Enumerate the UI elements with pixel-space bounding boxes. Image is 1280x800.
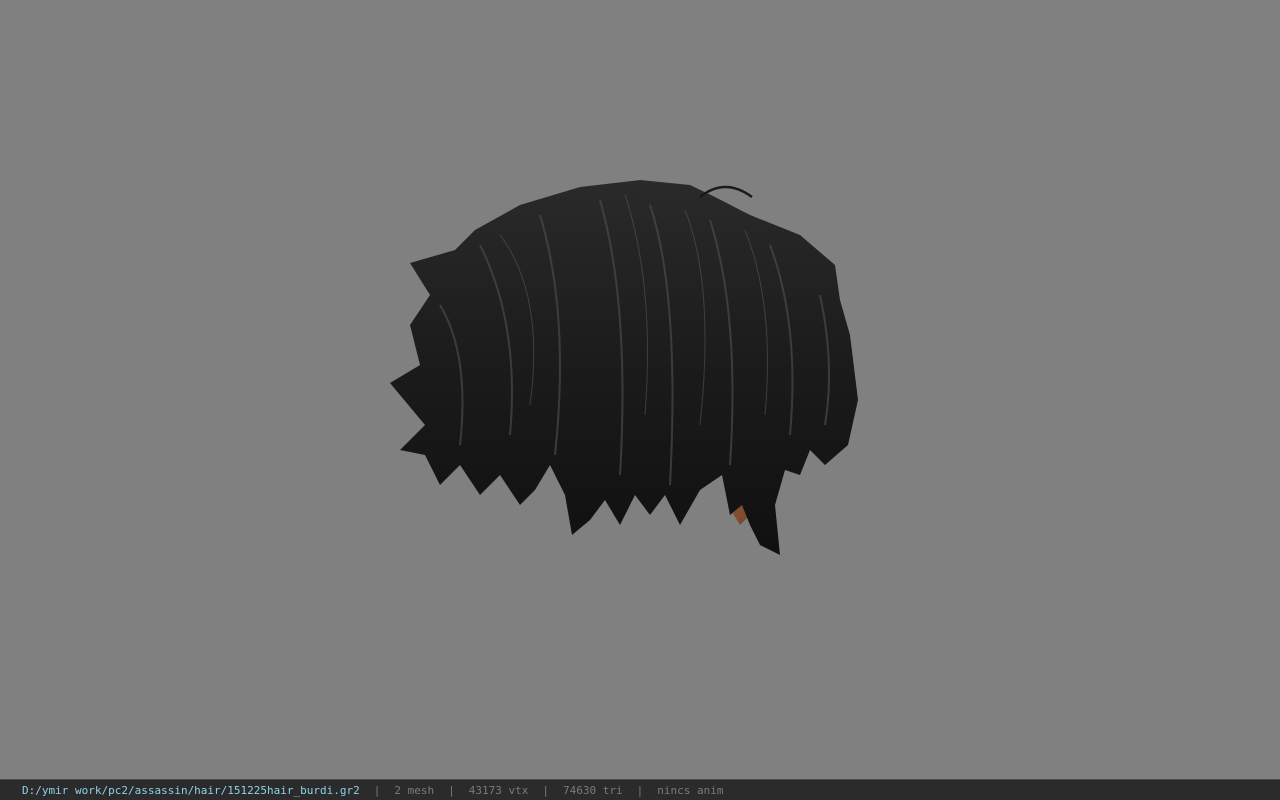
3d-viewport[interactable] <box>0 0 1280 779</box>
separator: | <box>542 783 549 797</box>
status-bar: D:/ymir work/pc2/assassin/hair/151225hai… <box>0 779 1280 800</box>
separator: | <box>636 783 644 797</box>
hair-model[interactable] <box>380 175 870 565</box>
separator: | <box>373 783 381 797</box>
anim-status: nincs anim <box>657 783 724 797</box>
triangle-count: 74630 tri <box>563 783 623 797</box>
separator: | <box>448 783 455 797</box>
mesh-count: 2 mesh <box>394 783 435 797</box>
file-path: D:/ymir work/pc2/assassin/hair/151225hai… <box>22 783 360 797</box>
vertex-count: 43173 vtx <box>468 783 529 797</box>
